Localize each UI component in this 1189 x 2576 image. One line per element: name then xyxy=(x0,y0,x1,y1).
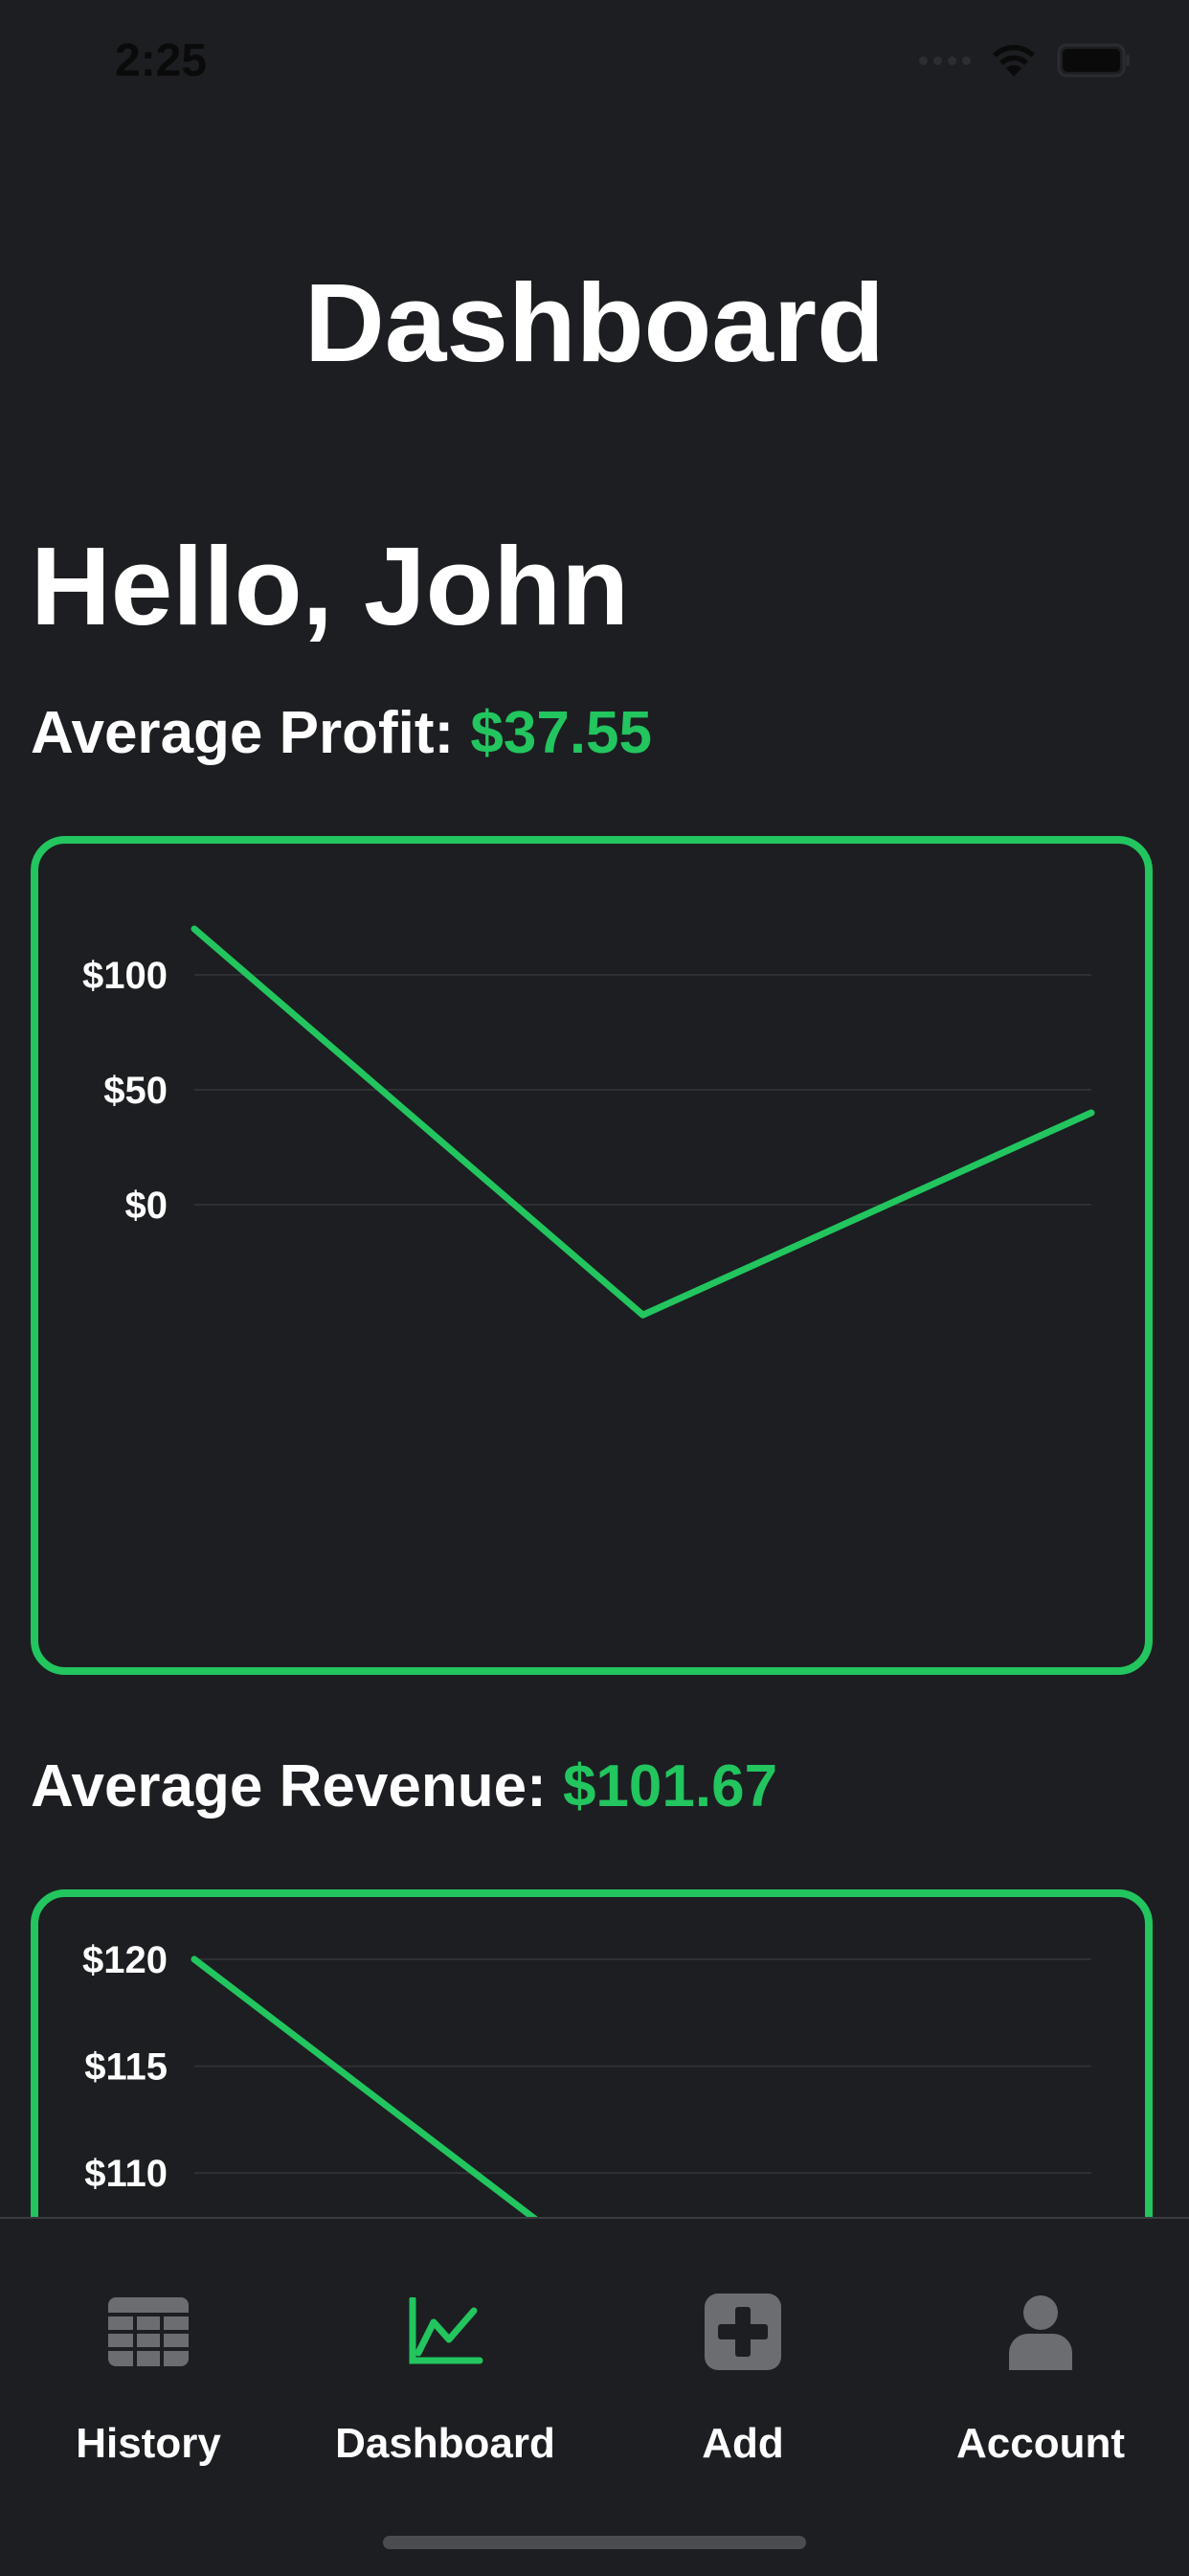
average-profit-row: Average Profit: $37.55 xyxy=(31,699,652,767)
profit-chart-svg: $100 $50 $0 xyxy=(38,844,1145,1667)
tab-bar: History Dashboard Add Account xyxy=(0,2217,1189,2576)
tab-history[interactable]: History xyxy=(0,2219,297,2506)
table-icon xyxy=(101,2284,196,2380)
tab-history-label: History xyxy=(0,2420,297,2468)
tab-account[interactable]: Account xyxy=(892,2219,1189,2506)
cellular-signal-icon xyxy=(919,56,971,65)
greeting-text: Hello, John xyxy=(31,522,629,650)
chart-line-icon xyxy=(397,2284,493,2380)
y-tick-label: $0 xyxy=(125,1185,168,1227)
average-revenue-label: Average Revenue: xyxy=(31,1753,547,1819)
wifi-icon xyxy=(990,42,1038,79)
home-indicator xyxy=(383,2536,806,2549)
status-time: 2:25 xyxy=(115,34,207,87)
person-icon xyxy=(993,2284,1088,2380)
average-revenue-row: Average Revenue: $101.67 xyxy=(31,1752,777,1820)
tab-dashboard-label: Dashboard xyxy=(297,2420,594,2468)
status-icons xyxy=(919,42,1132,79)
y-tick-label: $115 xyxy=(84,2046,168,2089)
status-bar: 2:25 xyxy=(0,0,1189,124)
series-line xyxy=(194,929,1091,1315)
tab-account-label: Account xyxy=(892,2420,1189,2468)
average-revenue-value: $101.67 xyxy=(563,1753,777,1819)
tab-add-label: Add xyxy=(594,2420,891,2468)
y-tick-label: $50 xyxy=(103,1070,168,1112)
average-profit-label: Average Profit: xyxy=(31,700,454,766)
profit-chart: $100 $50 $0 xyxy=(31,836,1153,1675)
tab-add[interactable]: Add xyxy=(594,2219,891,2506)
average-profit-value: $37.55 xyxy=(470,700,652,766)
plus-square-icon xyxy=(695,2284,791,2380)
tab-dashboard[interactable]: Dashboard xyxy=(297,2219,594,2506)
y-tick-label: $100 xyxy=(82,955,168,997)
y-tick-label: $110 xyxy=(84,2153,168,2195)
page-title: Dashboard xyxy=(0,259,1189,387)
battery-icon xyxy=(1057,43,1132,78)
y-tick-label: $120 xyxy=(82,1939,168,1981)
